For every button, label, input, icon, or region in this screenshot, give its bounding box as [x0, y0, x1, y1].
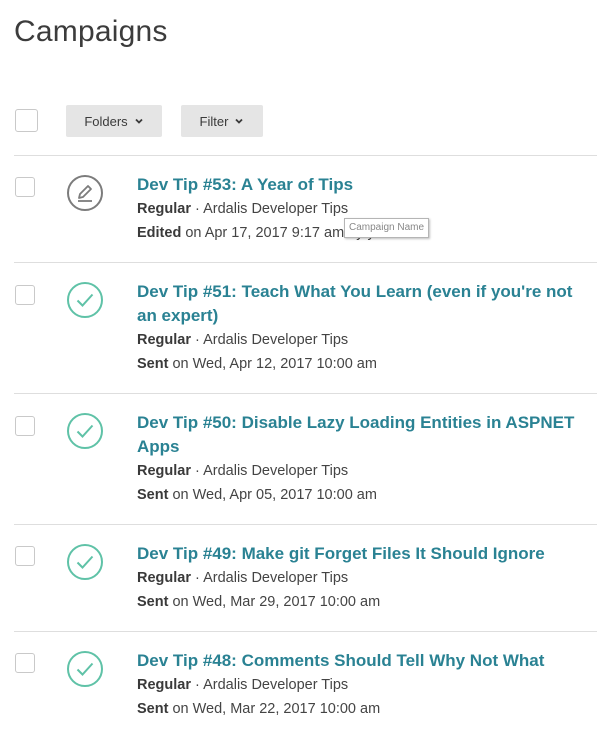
campaign-checkbox[interactable] — [15, 546, 35, 566]
campaign-date: on Wed, Mar 29, 2017 10:00 am — [168, 594, 381, 610]
chevron-down-icon — [135, 118, 143, 124]
campaign-checkbox[interactable] — [15, 416, 35, 436]
campaign-type-line: Regular · Ardalis Developer Tips — [137, 675, 348, 695]
meta-separator: · — [191, 677, 204, 693]
campaign-type-line: Regular · Ardalis Developer Tips — [137, 461, 348, 481]
campaign-status: Sent — [137, 487, 169, 503]
check-icon — [67, 282, 103, 318]
campaign-title[interactable]: Dev Tip #53: A Year of Tips — [137, 173, 587, 197]
check-icon — [67, 544, 103, 580]
campaign-type-line: Regular · Ardalis Developer Tips — [137, 199, 348, 219]
campaign-status: Sent — [137, 701, 169, 717]
campaign-checkbox[interactable] — [15, 653, 35, 673]
campaign-list: Ardalis Developer Tips — [203, 332, 349, 348]
chevron-down-icon — [235, 118, 244, 124]
campaign-title[interactable]: Dev Tip #50: Disable Lazy Loading Entiti… — [137, 411, 587, 459]
campaign-title[interactable]: Dev Tip #48: Comments Should Tell Why No… — [137, 649, 587, 673]
campaign-type: Regular — [137, 677, 191, 693]
campaign-title[interactable]: Dev Tip #51: Teach What You Learn (even … — [137, 280, 587, 328]
campaign-date: on Wed, Apr 05, 2017 10:00 am — [168, 487, 377, 503]
select-all-checkbox[interactable] — [15, 109, 38, 132]
campaign-row: Dev Tip #49: Make git Forget Files It Sh… — [0, 525, 597, 631]
campaign-status-line: Sent on Wed, Mar 22, 2017 10:00 am — [137, 699, 380, 719]
campaign-date: on Wed, Mar 22, 2017 10:00 am — [168, 701, 381, 717]
campaign-status: Edited — [137, 225, 182, 241]
check-icon — [67, 651, 103, 687]
campaign-list: Ardalis Developer Tips — [203, 677, 349, 693]
meta-separator: · — [191, 463, 204, 479]
check-icon — [67, 413, 103, 449]
campaign-row: Dev Tip #48: Comments Should Tell Why No… — [0, 632, 597, 732]
campaign-type-line: Regular · Ardalis Developer Tips — [137, 568, 348, 588]
campaign-type: Regular — [137, 201, 191, 217]
campaign-checkbox[interactable] — [15, 285, 35, 305]
meta-separator: · — [191, 332, 204, 348]
meta-separator: · — [191, 570, 204, 586]
filter-button[interactable]: Filter — [181, 105, 263, 137]
campaign-type: Regular — [137, 570, 191, 586]
toolbar: Folders Filter — [0, 105, 597, 137]
campaign-row: Dev Tip #53: A Year of Tips Regular · Ar… — [0, 156, 597, 262]
folders-button[interactable]: Folders — [66, 105, 162, 137]
campaign-list: Ardalis Developer Tips — [203, 201, 349, 217]
campaign-status: Sent — [137, 356, 169, 372]
campaign-list: Ardalis Developer Tips — [203, 463, 349, 479]
campaign-status-line: Sent on Wed, Apr 05, 2017 10:00 am — [137, 485, 377, 505]
campaign-status: Sent — [137, 594, 169, 610]
campaign-status-line: Sent on Wed, Mar 29, 2017 10:00 am — [137, 592, 380, 612]
campaign-date: on Wed, Apr 12, 2017 10:00 am — [168, 356, 377, 372]
campaign-checkbox[interactable] — [15, 177, 35, 197]
campaign-type: Regular — [137, 463, 191, 479]
folders-label: Folders — [84, 113, 128, 129]
campaign-type-line: Regular · Ardalis Developer Tips — [137, 330, 348, 350]
meta-separator: · — [191, 201, 204, 217]
campaign-status-line: Sent on Wed, Apr 12, 2017 10:00 am — [137, 354, 377, 374]
campaign-title[interactable]: Dev Tip #49: Make git Forget Files It Sh… — [137, 542, 587, 566]
pencil-icon — [67, 175, 103, 211]
page-title: Campaigns — [14, 15, 168, 48]
campaign-list: Ardalis Developer Tips — [203, 570, 349, 586]
tooltip: Campaign Name — [344, 218, 430, 238]
filter-label: Filter — [199, 113, 229, 129]
campaign-row: Dev Tip #50: Disable Lazy Loading Entiti… — [0, 394, 597, 524]
campaign-type: Regular — [137, 332, 191, 348]
campaign-row: Dev Tip #51: Teach What You Learn (even … — [0, 263, 597, 393]
